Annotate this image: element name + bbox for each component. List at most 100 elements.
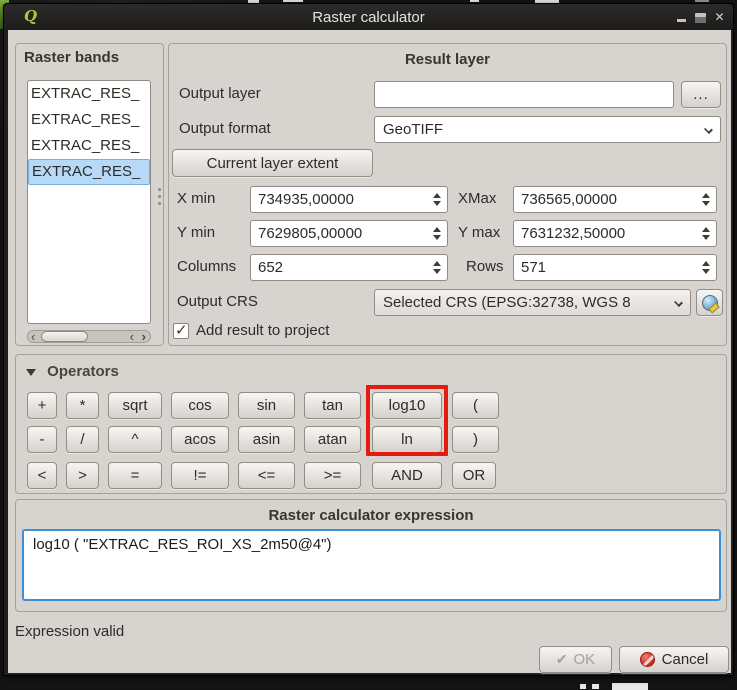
raster-bands-list[interactable]: EXTRAC_RES_ EXTRAC_RES_ EXTRAC_RES_ EXTR… [27,80,151,324]
operator-equals-button[interactable]: = [108,462,162,489]
expression-textarea[interactable]: log10 ( "EXTRAC_RES_ROI_XS_2m50@4") [22,529,721,601]
rows-value: 571 [521,259,546,276]
ymax-value: 7631232,50000 [521,225,625,242]
raster-band-item[interactable]: EXTRAC_RES_ [28,133,150,159]
browse-output-layer-button[interactable]: ... [681,81,721,108]
desktop-artifact [283,0,303,2]
operator-minus-button[interactable]: - [27,426,57,453]
operator-less-button[interactable]: < [27,462,57,489]
xmax-value: 736565,00000 [521,191,617,208]
scroll-left-icon[interactable]: ‹ [130,329,134,344]
ok-label: OK [574,651,596,668]
xmax-spinbox[interactable]: 736565,00000 [513,186,717,213]
operator-plus-button[interactable]: + [27,392,57,419]
cancel-button[interactable]: Cancel [619,646,729,673]
columns-value: 652 [258,259,283,276]
output-format-value: GeoTIFF [383,121,443,138]
result-layer-title: Result layer [169,51,726,68]
output-crs-value: Selected CRS (EPSG:32738, WGS 8 [383,294,631,311]
panel-splitter-handle[interactable] [158,188,161,191]
rows-label: Rows [466,258,504,275]
minimize-icon [677,19,686,22]
output-layer-label: Output layer [179,85,261,102]
columns-label: Columns [177,258,236,275]
scroll-right-icon[interactable]: › [142,329,146,344]
operator-acos-button[interactable]: acos [171,426,229,453]
scroll-left-icon[interactable]: ‹ [31,329,35,344]
xmax-label: XMax [458,190,496,207]
operator-and-button[interactable]: AND [372,462,442,489]
spinner-arrows-icon[interactable] [702,255,710,280]
scrollbar-thumb[interactable] [41,331,88,342]
ymin-label: Y min [177,224,215,241]
operator-or-button[interactable]: OR [452,462,496,489]
ymax-spinbox[interactable]: 7631232,50000 [513,220,717,247]
output-crs-select[interactable]: Selected CRS (EPSG:32738, WGS 8 [374,289,691,316]
operator-log10-button[interactable]: log10 [372,392,442,419]
raster-calculator-window: Q Raster calculator ✕ Raster bands EXTRA… [3,3,734,676]
close-icon: ✕ [714,10,724,24]
output-layer-input[interactable] [374,81,674,108]
bands-horizontal-scrollbar[interactable]: ‹ ‹ › [27,330,151,343]
operator-atan-button[interactable]: atan [304,426,361,453]
xmin-label: X min [177,190,215,207]
raster-band-item-selected[interactable]: EXTRAC_RES_ [28,159,150,185]
xmin-spinbox[interactable]: 734935,00000 [250,186,448,213]
operator-asin-button[interactable]: asin [238,426,295,453]
operator-not-equals-button[interactable]: != [171,462,229,489]
output-crs-label: Output CRS [177,293,258,310]
expression-status: Expression valid [15,623,124,640]
rows-spinbox[interactable]: 571 [513,254,717,281]
close-button[interactable]: ✕ [712,9,727,24]
checkbox-checked-icon[interactable] [173,323,189,339]
spinner-arrows-icon[interactable] [433,187,441,212]
operator-power-button[interactable]: ^ [108,426,162,453]
window-title: Raster calculator [4,9,733,26]
operator-sqrt-button[interactable]: sqrt [108,392,162,419]
operator-cos-button[interactable]: cos [171,392,229,419]
operator-greater-equal-button[interactable]: >= [304,462,361,489]
chevron-down-icon [674,298,683,307]
operators-title: Operators [47,363,119,380]
add-result-checkbox-row[interactable]: Add result to project [173,322,329,339]
operator-greater-button[interactable]: > [66,462,99,489]
spinner-arrows-icon[interactable] [702,221,710,246]
expression-title: Raster calculator expression [16,507,726,524]
operator-sin-button[interactable]: sin [238,392,295,419]
ok-button[interactable]: ✔ OK [539,646,612,673]
raster-bands-title: Raster bands [24,49,119,66]
operator-close-paren-button[interactable]: ) [452,426,499,453]
current-layer-extent-button[interactable]: Current layer extent [172,149,373,177]
chevron-down-icon [704,125,713,134]
titlebar[interactable]: Q Raster calculator ✕ [4,4,733,30]
columns-spinbox[interactable]: 652 [250,254,448,281]
operator-divide-button[interactable]: / [66,426,99,453]
maximize-button[interactable] [693,9,708,24]
spinner-arrows-icon[interactable] [433,221,441,246]
operator-less-equal-button[interactable]: <= [238,462,295,489]
raster-bands-group: Raster bands EXTRAC_RES_ EXTRAC_RES_ EXT… [15,43,164,346]
ymin-spinbox[interactable]: 7629805,00000 [250,220,448,247]
result-layer-group: Result layer Output layer ... Output for… [168,43,727,346]
collapse-triangle-icon[interactable] [26,369,36,376]
xmin-value: 734935,00000 [258,191,354,208]
output-format-label: Output format [179,120,271,137]
select-crs-button[interactable] [696,289,723,316]
spinner-arrows-icon[interactable] [433,255,441,280]
operator-ln-button[interactable]: ln [372,426,442,453]
raster-band-item[interactable]: EXTRAC_RES_ [28,107,150,133]
output-format-select[interactable]: GeoTIFF [374,116,721,143]
operator-tan-button[interactable]: tan [304,392,361,419]
expression-group: Raster calculator expression log10 ( "EX… [15,499,727,612]
raster-band-item[interactable]: EXTRAC_RES_ [28,81,150,107]
operator-open-paren-button[interactable]: ( [452,392,499,419]
minimize-button[interactable] [674,9,689,24]
taskbar-fragment [592,684,599,689]
desktop-artifact [695,0,709,2]
cancel-label: Cancel [662,651,709,668]
operator-multiply-button[interactable]: * [66,392,99,419]
desktop-background: Q Raster calculator ✕ Raster bands EXTRA… [0,0,737,690]
taskbar-fragment [580,684,586,689]
spinner-arrows-icon[interactable] [702,187,710,212]
dialog-body: Raster bands EXTRAC_RES_ EXTRAC_RES_ EXT… [8,30,731,673]
